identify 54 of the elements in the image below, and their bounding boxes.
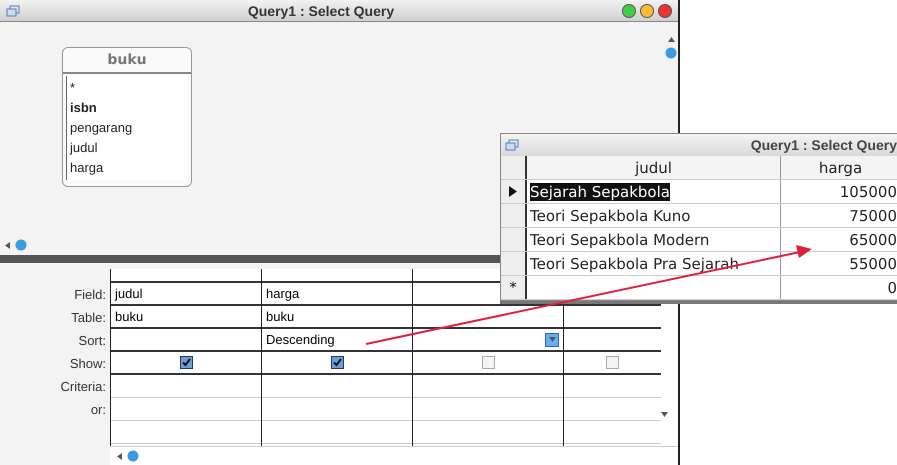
table-cell[interactable]: 105000 [781,180,897,203]
row-label: Field: [73,286,107,304]
caret-icon[interactable] [548,336,556,343]
row-label: Criteria: [59,378,107,396]
sort-value[interactable]: Descending [266,332,335,347]
show-checkbox[interactable] [330,356,344,369]
window-title: Query1 : Select Query [246,2,396,18]
zoom-button[interactable] [622,4,636,18]
checkmark-icon [332,358,342,367]
column-header[interactable]: harga [781,156,897,179]
table-cell[interactable]: Sejarah Sepakbola [530,182,670,200]
table-cell[interactable]: Teori Sepakbola Modern [530,230,710,248]
table-cell[interactable]: Teori Sepakbola Kuno [530,206,690,224]
row-label: Sort: [78,332,107,350]
row-label: or: [90,401,107,419]
scroll-left-icon[interactable] [4,242,11,248]
row-selector[interactable] [501,252,527,275]
new-row-marker: * [501,276,527,299]
show-checkbox[interactable] [482,356,494,369]
window-title: Query1 : Select Query [750,137,897,153]
field-name[interactable]: isbn [70,98,185,118]
current-row-icon [509,186,517,197]
row-selector[interactable] [501,228,527,251]
field-name[interactable]: * [70,78,185,98]
scroll-thumb-icon[interactable] [127,450,139,462]
close-button[interactable] [658,4,672,18]
scroll-up-icon[interactable] [668,36,674,43]
row-selector[interactable] [501,204,527,227]
field-cell[interactable]: harga [262,283,412,306]
field-cell[interactable]: judul [111,283,261,306]
window-icon [505,139,519,151]
row-selector[interactable] [501,180,527,203]
column-header[interactable]: judul [527,156,781,179]
table-cell[interactable]: buku [262,306,412,329]
scroll-left-icon[interactable] [116,452,123,460]
window-icon [6,4,20,16]
field-name[interactable]: harga [70,158,185,178]
scroll-thumb-icon[interactable] [15,239,27,251]
table-cell[interactable]: 75000 [781,204,897,227]
field-name[interactable]: pengarang [70,118,185,138]
dropdown-button[interactable] [545,332,559,346]
table-name: buku [63,48,191,74]
show-checkbox[interactable] [606,356,619,369]
table-cell[interactable]: buku [111,306,261,329]
row-label: Table: [70,309,107,327]
table-cell[interactable]: 0 [781,276,897,299]
scroll-down-icon[interactable] [661,411,668,418]
field-name[interactable]: judul [70,138,185,158]
scroll-thumb-icon[interactable] [665,47,677,59]
row-label: Show: [68,355,107,373]
minimize-button[interactable] [640,4,654,18]
show-checkbox[interactable] [180,356,192,369]
select-all-corner[interactable] [501,156,527,179]
checkmark-icon [182,358,190,367]
